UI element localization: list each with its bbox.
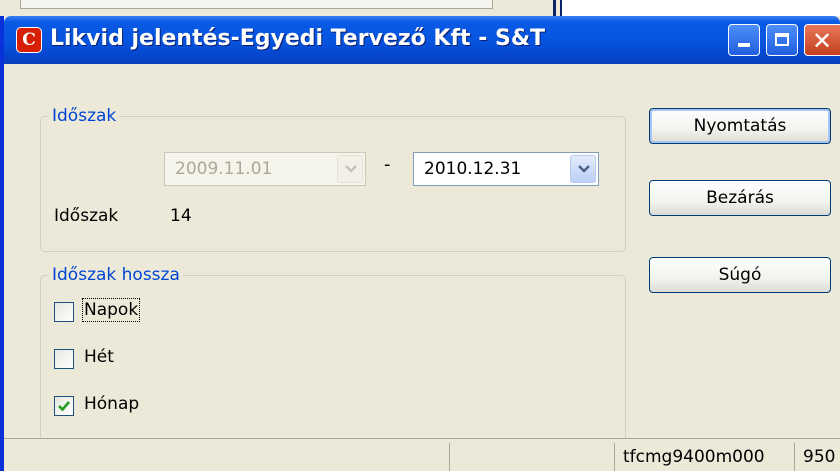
close-button[interactable]: Bezárás [649, 180, 831, 216]
title-bar[interactable]: C Likvid jelentés-Egyedi Tervező Kft - S… [4, 16, 840, 64]
month-checkbox[interactable] [54, 396, 74, 416]
days-checkbox-label[interactable]: Napok [81, 298, 141, 322]
close-window-button[interactable]: ✕ [804, 24, 840, 56]
period-count-value: 14 [170, 206, 192, 226]
status-session-code: tfcmg9400m000 [614, 443, 794, 471]
period-count-label: Időszak [54, 206, 119, 226]
maximize-button[interactable] [766, 24, 798, 56]
to-date-combo[interactable]: 2010.12.31 [413, 152, 599, 186]
date-separator: - [384, 154, 391, 175]
from-date-combo: 2009.11.01 [164, 152, 366, 186]
window-title: Likvid jelentés-Egyedi Tervező Kft - S&T [50, 26, 546, 51]
chevron-down-icon [345, 165, 357, 173]
background-panel [20, 0, 493, 9]
status-pane-empty [449, 443, 614, 471]
status-company-number: 950 [794, 443, 840, 471]
days-checkbox[interactable] [54, 302, 74, 322]
to-date-value: 2010.12.31 [424, 159, 522, 179]
from-date-dropdown-button [337, 155, 363, 183]
minimize-button[interactable] [728, 24, 760, 56]
to-date-dropdown-button[interactable] [570, 155, 596, 183]
maximize-icon [775, 33, 789, 46]
checkmark-icon [58, 401, 70, 412]
month-checkbox-label[interactable]: Hónap [84, 394, 139, 414]
week-checkbox-label[interactable]: Hét [84, 347, 114, 367]
close-icon: ✕ [812, 27, 833, 55]
period-group-legend: Időszak [49, 105, 120, 127]
help-button[interactable]: Súgó [649, 257, 831, 293]
chevron-down-icon [578, 165, 590, 173]
minimize-icon [738, 43, 750, 47]
period-length-group-legend: Időszak hossza [49, 264, 183, 286]
dialog-window: C Likvid jelentés-Egyedi Tervező Kft - S… [0, 16, 840, 471]
from-date-value: 2009.11.01 [175, 159, 273, 179]
status-bar: tfcmg9400m000 950 [4, 438, 840, 471]
print-button[interactable]: Nyomtatás [649, 108, 831, 144]
week-checkbox[interactable] [54, 349, 74, 369]
app-icon[interactable]: C [16, 27, 42, 53]
